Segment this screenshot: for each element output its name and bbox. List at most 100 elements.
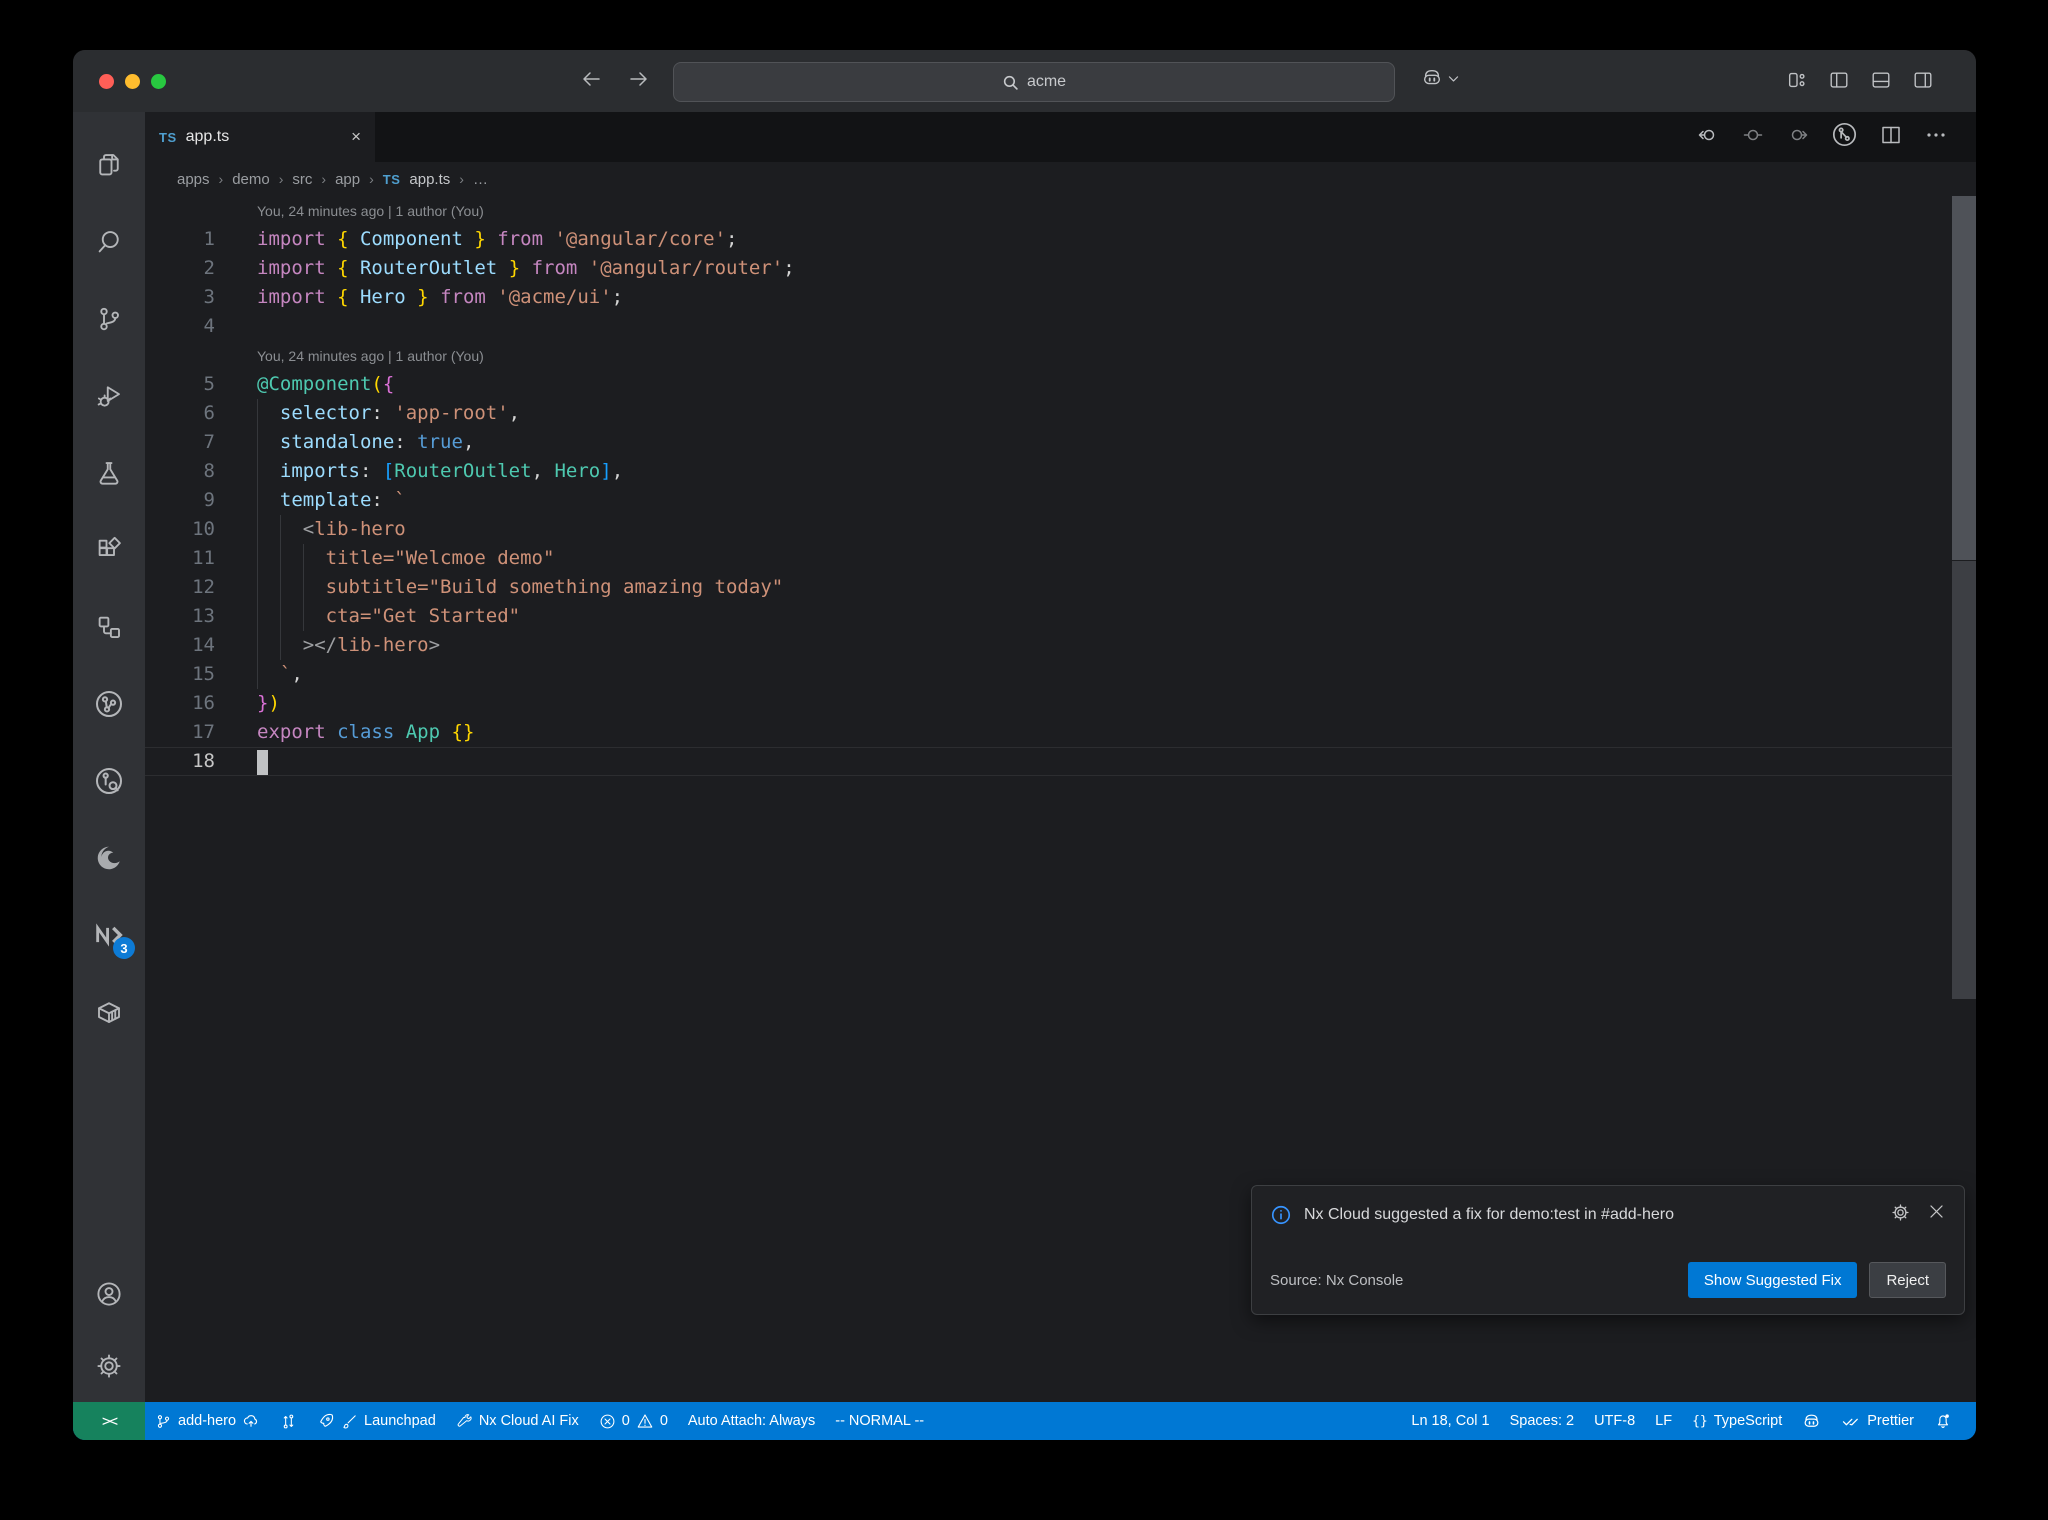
remote-indicator[interactable]: >< bbox=[73, 1402, 145, 1440]
reject-button[interactable]: Reject bbox=[1869, 1262, 1946, 1298]
language-mode-status[interactable]: {} TypeScript bbox=[1682, 1402, 1792, 1440]
scrollbar-thumb[interactable] bbox=[1952, 196, 1976, 560]
spaces-label: Spaces: 2 bbox=[1509, 1413, 1575, 1429]
code-line[interactable]: 16}) bbox=[145, 689, 1976, 718]
breadcrumb-separator: › bbox=[218, 171, 224, 187]
hierarchy-view-icon[interactable] bbox=[85, 588, 133, 665]
edge-browser-icon[interactable] bbox=[85, 819, 133, 896]
code-line[interactable]: 8 imports: [RouterOutlet, Hero], bbox=[145, 457, 1976, 486]
notifications-bell[interactable] bbox=[1924, 1402, 1962, 1440]
run-view-icon[interactable] bbox=[1831, 121, 1858, 153]
gitlens-next-change-icon[interactable] bbox=[1786, 123, 1810, 152]
code-line[interactable]: 18 bbox=[145, 747, 1976, 776]
toggle-panel-icon[interactable] bbox=[1870, 69, 1892, 96]
nx-cloud-fix-status[interactable]: Nx Cloud AI Fix bbox=[446, 1402, 589, 1440]
containers-icon[interactable] bbox=[85, 973, 133, 1050]
explorer-icon[interactable] bbox=[85, 126, 133, 203]
minimize-window-button[interactable] bbox=[125, 74, 140, 89]
launchpad-label: Launchpad bbox=[364, 1413, 436, 1429]
code-line-text: export class App {} bbox=[257, 721, 475, 743]
code-line-text: import { RouterOutlet } from '@angular/r… bbox=[257, 257, 795, 279]
code-line[interactable]: 13 cta="Get Started" bbox=[145, 602, 1976, 631]
code-line[interactable]: 9 template: ` bbox=[145, 486, 1976, 515]
notification-close-icon[interactable] bbox=[1927, 1202, 1946, 1228]
breadcrumb-item[interactable]: demo bbox=[232, 171, 270, 188]
braces-icon: {} bbox=[1692, 1413, 1708, 1429]
gitlens-prev-change-icon[interactable] bbox=[1696, 123, 1720, 152]
gitlens-heatmap-icon[interactable] bbox=[1741, 123, 1765, 152]
show-suggested-fix-button[interactable]: Show Suggested Fix bbox=[1687, 1262, 1858, 1298]
breadcrumb-file[interactable]: app.ts bbox=[409, 171, 450, 188]
split-editor-icon[interactable] bbox=[1879, 123, 1903, 152]
accounts-icon[interactable] bbox=[85, 1258, 133, 1330]
extensions-icon[interactable] bbox=[85, 511, 133, 588]
indent-guide bbox=[257, 631, 258, 660]
code-line[interactable]: 4 bbox=[145, 312, 1976, 341]
problems-status[interactable]: 0 0 bbox=[589, 1402, 678, 1440]
indent-guide bbox=[257, 399, 258, 428]
breadcrumb-item[interactable]: app bbox=[335, 171, 360, 188]
code-line[interactable]: 7 standalone: true, bbox=[145, 428, 1976, 457]
zoom-window-button[interactable] bbox=[151, 74, 166, 89]
cursor-position-status[interactable]: Ln 18, Col 1 bbox=[1401, 1402, 1499, 1440]
wrench-icon bbox=[457, 1413, 472, 1427]
indent-guide bbox=[257, 428, 258, 457]
code-line[interactable]: 1 import { Component } from '@angular/cor… bbox=[145, 225, 1976, 254]
status-bar: >< add-hero Launchpad Nx Cloud AI Fix 0 … bbox=[73, 1402, 1976, 1440]
vim-mode-status[interactable]: -- NORMAL -- bbox=[825, 1402, 934, 1440]
code-line[interactable]: 11 title="Welcmoe demo" bbox=[145, 544, 1976, 573]
search-view-icon[interactable] bbox=[85, 203, 133, 280]
breadcrumb-item[interactable]: src bbox=[292, 171, 312, 188]
prettier-status[interactable]: Prettier bbox=[1831, 1402, 1924, 1440]
line-number bbox=[145, 341, 215, 370]
copilot-menu[interactable] bbox=[1421, 67, 1460, 89]
indent-guide bbox=[257, 457, 258, 486]
settings-gear-icon[interactable] bbox=[85, 1330, 133, 1402]
breadcrumb-separator: › bbox=[321, 171, 327, 187]
codelens-row[interactable]: You, 24 minutes ago | 1 author (You) bbox=[145, 341, 1976, 370]
gitlens-icon[interactable] bbox=[85, 665, 133, 742]
close-window-button[interactable] bbox=[99, 74, 114, 89]
code-line[interactable]: 10 <lib-hero bbox=[145, 515, 1976, 544]
code-line[interactable]: 12 subtitle="Build something amazing tod… bbox=[145, 573, 1976, 602]
code-line[interactable]: 2 import { RouterOutlet } from '@angular/… bbox=[145, 254, 1976, 283]
navigate-forward-icon[interactable] bbox=[626, 66, 652, 92]
copilot-status[interactable] bbox=[1792, 1402, 1831, 1440]
launchpad-status[interactable]: Launchpad bbox=[307, 1402, 446, 1440]
code-line[interactable]: 14 ></lib-hero> bbox=[145, 631, 1976, 660]
code-line[interactable]: 5 @Component({ bbox=[145, 370, 1976, 399]
breadcrumb-item[interactable]: apps bbox=[177, 171, 210, 188]
git-branch-status[interactable]: add-hero bbox=[145, 1402, 270, 1440]
notification-settings-gear-icon[interactable] bbox=[1890, 1202, 1911, 1228]
git-graph-icon[interactable] bbox=[85, 742, 133, 819]
indentation-status[interactable]: Spaces: 2 bbox=[1500, 1402, 1585, 1440]
code-line[interactable]: 17 export class App {} bbox=[145, 718, 1976, 747]
source-control-icon[interactable] bbox=[85, 280, 133, 357]
toggle-primary-sidebar-icon[interactable] bbox=[1828, 69, 1850, 96]
command-center-search[interactable]: acme bbox=[673, 62, 1395, 102]
code-line[interactable]: 3 import { Hero } from '@acme/ui'; bbox=[145, 283, 1976, 312]
encoding-status[interactable]: UTF-8 bbox=[1584, 1402, 1645, 1440]
tab-app-ts[interactable]: TS app.ts × bbox=[145, 112, 375, 162]
auto-attach-status[interactable]: Auto Attach: Always bbox=[678, 1402, 825, 1440]
eol-label: LF bbox=[1655, 1413, 1673, 1429]
breadcrumb-overflow[interactable]: … bbox=[473, 171, 488, 188]
code-line[interactable]: 6 selector: 'app-root', bbox=[145, 399, 1976, 428]
more-actions-icon[interactable] bbox=[1924, 123, 1948, 152]
customize-layout-icon[interactable] bbox=[1786, 69, 1808, 96]
toggle-secondary-sidebar-icon[interactable] bbox=[1912, 69, 1934, 96]
line-number: 2 bbox=[203, 257, 215, 279]
codelens-row[interactable]: You, 24 minutes ago | 1 author (You) bbox=[145, 196, 1976, 225]
testing-icon[interactable] bbox=[85, 434, 133, 511]
indent-guide bbox=[257, 486, 258, 515]
navigate-back-icon[interactable] bbox=[578, 66, 604, 92]
line-number: 9 bbox=[203, 489, 215, 511]
nx-console-icon[interactable]: 3 bbox=[85, 896, 135, 973]
compare-changes-status[interactable] bbox=[270, 1402, 307, 1440]
code-line[interactable]: 15 `, bbox=[145, 660, 1976, 689]
tab-close-icon[interactable]: × bbox=[351, 127, 361, 147]
code-line-text: import { Component } from '@angular/core… bbox=[257, 228, 738, 250]
eol-status[interactable]: LF bbox=[1645, 1402, 1682, 1440]
indent-guide bbox=[257, 573, 258, 602]
run-debug-icon[interactable] bbox=[85, 357, 133, 434]
